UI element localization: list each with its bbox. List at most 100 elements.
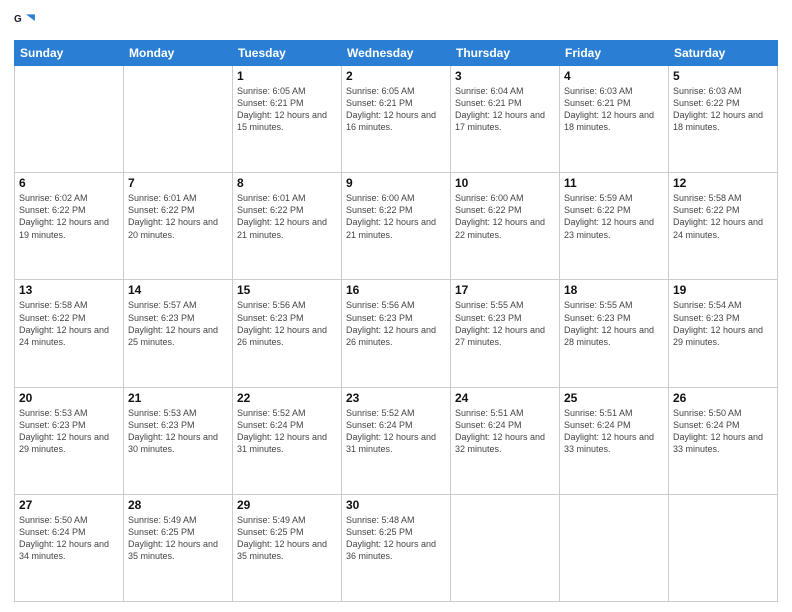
cell-content: Sunrise: 5:51 AM	[455, 407, 555, 419]
day-number: 24	[455, 391, 555, 405]
calendar-cell: 2Sunrise: 6:05 AMSunset: 6:21 PMDaylight…	[342, 66, 451, 173]
day-number: 25	[564, 391, 664, 405]
calendar-cell	[669, 494, 778, 601]
cell-content: Sunrise: 5:57 AM	[128, 299, 228, 311]
cell-content: Sunset: 6:24 PM	[19, 526, 119, 538]
cell-content: Sunrise: 5:55 AM	[564, 299, 664, 311]
calendar-cell: 16 Sunrise: 5:56 AMSunset: 6:23 PMDayligh…	[342, 280, 451, 387]
calendar-cell	[560, 494, 669, 601]
cell-content: Daylight: 12 hours and 34 minutes.	[19, 538, 119, 562]
day-number: 21	[128, 391, 228, 405]
cell-content: Daylight: 12 hours and 18 minutes.	[564, 109, 664, 133]
cell-content: Sunset: 6:22 PM	[455, 204, 555, 216]
day-number: 17	[455, 283, 555, 297]
cell-content: Sunrise: 6:05 AM	[237, 85, 337, 97]
calendar-cell: 10 Sunrise: 6:00 AMSunset: 6:22 PMDayligh…	[451, 173, 560, 280]
cell-content: Sunset: 6:23 PM	[455, 312, 555, 324]
calendar-cell: 22Sunrise: 5:52 AMSunset: 6:24 PMDayligh…	[233, 387, 342, 494]
calendar-cell: 12Sunrise: 5:58 AMSunset: 6:22 PMDayligh…	[669, 173, 778, 280]
calendar-cell: 23Sunrise: 5:52 AMSunset: 6:24 PMDayligh…	[342, 387, 451, 494]
day-number: 26	[673, 391, 773, 405]
day-number: 5	[673, 69, 773, 83]
calendar-cell: 30Sunrise: 5:48 AMSunset: 6:25 PMDayligh…	[342, 494, 451, 601]
cell-content: Daylight: 12 hours and 25 minutes.	[128, 324, 228, 348]
day-number: 7	[128, 176, 228, 190]
day-number: 13	[19, 283, 119, 297]
calendar-cell: 24Sunrise: 5:51 AMSunset: 6:24 PMDayligh…	[451, 387, 560, 494]
day-number: 20	[19, 391, 119, 405]
day-header-thursday: Thursday	[451, 41, 560, 66]
cell-content: Daylight: 12 hours and 28 minutes.	[564, 324, 664, 348]
day-number: 16	[346, 283, 446, 297]
cell-content: Sunset: 6:24 PM	[673, 419, 773, 431]
cell-content: Sunset: 6:22 PM	[673, 97, 773, 109]
cell-content: Sunrise: 6:00 AM	[346, 192, 446, 204]
cell-content: Sunset: 6:22 PM	[237, 204, 337, 216]
calendar-cell: 7Sunrise: 6:01 AMSunset: 6:22 PMDaylight…	[124, 173, 233, 280]
cell-content: Daylight: 12 hours and 27 minutes.	[455, 324, 555, 348]
calendar-cell: 9Sunrise: 6:00 AMSunset: 6:22 PMDaylight…	[342, 173, 451, 280]
cell-content: Sunset: 6:22 PM	[19, 204, 119, 216]
calendar-cell: 11Sunrise: 5:59 AMSunset: 6:22 PMDayligh…	[560, 173, 669, 280]
cell-content: Sunrise: 5:52 AM	[346, 407, 446, 419]
cell-content: Sunrise: 6:03 AM	[673, 85, 773, 97]
day-number: 1	[237, 69, 337, 83]
cell-content: Sunrise: 6:04 AM	[455, 85, 555, 97]
cell-content: Sunset: 6:25 PM	[346, 526, 446, 538]
calendar-cell: 4Sunrise: 6:03 AMSunset: 6:21 PMDaylight…	[560, 66, 669, 173]
calendar-table: SundayMondayTuesdayWednesdayThursdayFrid…	[14, 40, 778, 602]
cell-content: Sunset: 6:25 PM	[128, 526, 228, 538]
calendar-cell: 5 Sunrise: 6:03 AMSunset: 6:22 PMDaylight…	[669, 66, 778, 173]
day-number: 8	[237, 176, 337, 190]
calendar-cell: 27 Sunrise: 5:50 AMSunset: 6:24 PMDayligh…	[15, 494, 124, 601]
cell-content: Sunrise: 5:51 AM	[564, 407, 664, 419]
cell-content: Sunset: 6:23 PM	[128, 312, 228, 324]
day-number: 10	[455, 176, 555, 190]
cell-content: Daylight: 12 hours and 26 minutes.	[346, 324, 446, 348]
day-header-monday: Monday	[124, 41, 233, 66]
day-number: 12	[673, 176, 773, 190]
day-number: 2	[346, 69, 446, 83]
calendar-cell: 17Sunrise: 5:55 AMSunset: 6:23 PMDayligh…	[451, 280, 560, 387]
cell-content: Daylight: 12 hours and 33 minutes.	[673, 431, 773, 455]
cell-content: Sunset: 6:23 PM	[19, 419, 119, 431]
cell-content: Daylight: 12 hours and 18 minutes.	[673, 109, 773, 133]
cell-content: Daylight: 12 hours and 24 minutes.	[19, 324, 119, 348]
day-number: 14	[128, 283, 228, 297]
cell-content: Sunrise: 6:00 AM	[455, 192, 555, 204]
calendar-cell: 3Sunrise: 6:04 AMSunset: 6:21 PMDaylight…	[451, 66, 560, 173]
calendar-cell	[451, 494, 560, 601]
cell-content: Daylight: 12 hours and 35 minutes.	[128, 538, 228, 562]
cell-content: Sunset: 6:21 PM	[455, 97, 555, 109]
calendar-cell: 13Sunrise: 5:58 AMSunset: 6:22 PMDayligh…	[15, 280, 124, 387]
cell-content: Daylight: 12 hours and 29 minutes.	[673, 324, 773, 348]
cell-content: Sunrise: 5:56 AM	[237, 299, 337, 311]
cell-content: Daylight: 12 hours and 21 minutes.	[346, 216, 446, 240]
cell-content: Sunrise: 6:01 AM	[128, 192, 228, 204]
cell-content: Daylight: 12 hours and 17 minutes.	[455, 109, 555, 133]
calendar-cell: 21Sunrise: 5:53 AMSunset: 6:23 PMDayligh…	[124, 387, 233, 494]
day-number: 29	[237, 498, 337, 512]
cell-content: Sunrise: 5:56 AM	[346, 299, 446, 311]
day-number: 27	[19, 498, 119, 512]
cell-content: Sunrise: 5:58 AM	[673, 192, 773, 204]
cell-content: Daylight: 12 hours and 16 minutes.	[346, 109, 446, 133]
calendar-cell: 29Sunrise: 5:49 AMSunset: 6:25 PMDayligh…	[233, 494, 342, 601]
cell-content: Sunset: 6:24 PM	[455, 419, 555, 431]
page: G SundayMondayTuesdayWednesdayThursdayFr…	[0, 0, 792, 612]
calendar-cell: 25Sunrise: 5:51 AMSunset: 6:24 PMDayligh…	[560, 387, 669, 494]
cell-content: Sunrise: 6:01 AM	[237, 192, 337, 204]
cell-content: Sunset: 6:23 PM	[346, 312, 446, 324]
day-number: 9	[346, 176, 446, 190]
calendar-cell: 8Sunrise: 6:01 AMSunset: 6:22 PMDaylight…	[233, 173, 342, 280]
day-number: 4	[564, 69, 664, 83]
calendar-cell	[15, 66, 124, 173]
calendar-cell: 18Sunrise: 5:55 AMSunset: 6:23 PMDayligh…	[560, 280, 669, 387]
day-number: 23	[346, 391, 446, 405]
cell-content: Sunrise: 5:50 AM	[19, 514, 119, 526]
cell-content: Sunrise: 6:02 AM	[19, 192, 119, 204]
day-header-friday: Friday	[560, 41, 669, 66]
day-number: 30	[346, 498, 446, 512]
cell-content: Sunset: 6:25 PM	[237, 526, 337, 538]
cell-content: Daylight: 12 hours and 22 minutes.	[455, 216, 555, 240]
